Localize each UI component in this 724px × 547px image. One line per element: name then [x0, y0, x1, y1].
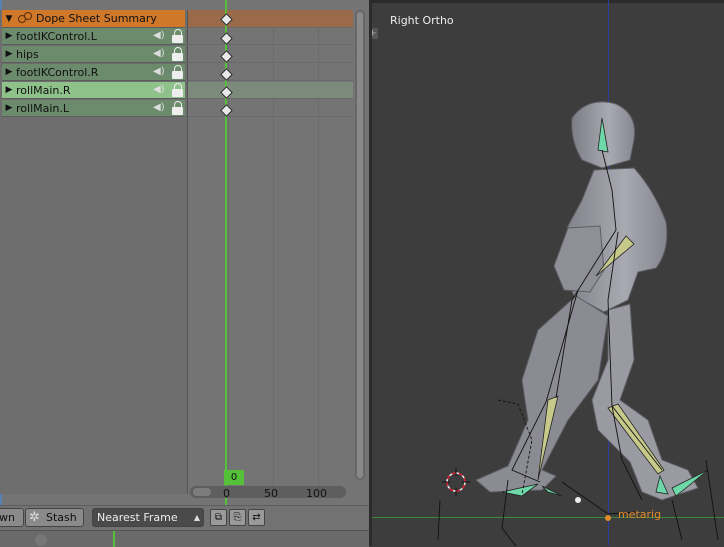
speaker-icon[interactable]: ◀): [153, 30, 167, 42]
channel-label: footIKControl.R: [16, 65, 99, 79]
3d-viewport[interactable]: Right Ortho ++ metarig: [372, 0, 724, 546]
dope-sheet-header: wn ✲ Stash Nearest Frame ▲ ⧉ ⎘ ⇄: [0, 505, 369, 530]
channel-track: [188, 100, 353, 117]
dope-sheet-editor: ▼ Dope Sheet Summary ▶ footIKControl.L ◀…: [0, 0, 369, 547]
vertical-scrollbar[interactable]: [355, 10, 365, 480]
expand-triangle-icon[interactable]: ▶: [2, 103, 16, 113]
channel-footikcontrol-r[interactable]: ▶ footIKControl.R ◀): [2, 64, 185, 81]
channel-track: [188, 46, 353, 63]
playhead-continuation: [113, 531, 115, 547]
select-arrows-icon: ▲: [193, 513, 200, 522]
lock-icon[interactable]: [172, 47, 184, 61]
channel-label: hips: [16, 47, 39, 61]
expand-triangle-icon[interactable]: ▶: [2, 49, 16, 59]
scrollbar-thumb[interactable]: [193, 488, 211, 496]
channel-track: [188, 64, 353, 81]
keyframe-area[interactable]: [188, 10, 353, 494]
channel-label: Dope Sheet Summary: [36, 12, 157, 25]
ruler-tick: 100: [306, 487, 327, 500]
ruler-tick: 50: [264, 487, 278, 500]
paste-keys-icon[interactable]: ⎘: [229, 509, 246, 526]
lock-icon[interactable]: [172, 83, 184, 97]
scroll-dot[interactable]: [35, 534, 47, 546]
copy-keys-icon[interactable]: ⧉: [210, 509, 227, 526]
channel-track: [188, 82, 353, 99]
channel-hips[interactable]: ▶ hips ◀): [2, 46, 185, 63]
ruler-tick: 0: [223, 487, 230, 500]
lock-icon[interactable]: [172, 65, 184, 79]
summary-track: [188, 10, 353, 28]
push-down-button[interactable]: wn: [0, 508, 24, 527]
speaker-icon[interactable]: ◀): [153, 84, 167, 96]
expand-triangle-icon[interactable]: ▶: [2, 31, 16, 41]
plus-icon[interactable]: +: [372, 28, 378, 39]
auto-snap-value: Nearest Frame: [97, 511, 178, 524]
action-icon: [18, 11, 34, 26]
area-split-widgets[interactable]: ++: [372, 26, 380, 39]
expand-triangle-icon[interactable]: ▼: [2, 14, 16, 24]
channel-label: rollMain.R: [16, 83, 71, 97]
gear-icon: ✲: [29, 510, 40, 525]
channel-rollmain-r[interactable]: ▶ rollMain.R ◀): [2, 82, 185, 99]
view-name-label: Right Ortho: [390, 14, 454, 27]
playhead[interactable]: [225, 0, 227, 546]
channel-list: ▼ Dope Sheet Summary ▶ footIKControl.L ◀…: [0, 10, 188, 494]
paste-flipped-icon[interactable]: ⇄: [248, 509, 265, 526]
armature-origin: [605, 515, 611, 521]
channel-footikcontrol-l[interactable]: ▶ footIKControl.L ◀): [2, 28, 185, 45]
stash-button[interactable]: ✲ Stash: [25, 508, 84, 527]
expand-triangle-icon[interactable]: ▶: [2, 67, 16, 77]
channel-label: rollMain.L: [16, 101, 70, 115]
arm: [553, 225, 605, 293]
cursor-3d-icon: [442, 468, 470, 496]
stash-label: Stash: [46, 511, 77, 524]
character-model[interactable]: [372, 0, 724, 546]
speaker-icon[interactable]: ◀): [153, 48, 167, 60]
speaker-icon[interactable]: ◀): [153, 66, 167, 78]
bottom-area: [0, 530, 369, 547]
armature-name-label: metarig: [618, 508, 662, 521]
lock-icon[interactable]: [172, 29, 184, 43]
auto-snap-select[interactable]: Nearest Frame ▲: [92, 508, 204, 527]
scrollbar-thumb[interactable]: [357, 12, 363, 478]
channel-track: [188, 28, 353, 45]
bone-joint: [575, 497, 581, 503]
speaker-icon[interactable]: ◀): [153, 102, 167, 114]
current-frame-indicator[interactable]: 0: [224, 470, 244, 485]
channel-label: footIKControl.L: [16, 29, 97, 43]
channel-rollmain-l[interactable]: ▶ rollMain.L ◀): [2, 100, 185, 117]
channel-dope-sheet-summary[interactable]: ▼ Dope Sheet Summary: [2, 10, 185, 28]
expand-triangle-icon[interactable]: ▶: [2, 85, 16, 95]
leg-front: [591, 303, 699, 501]
lock-icon[interactable]: [172, 101, 184, 115]
